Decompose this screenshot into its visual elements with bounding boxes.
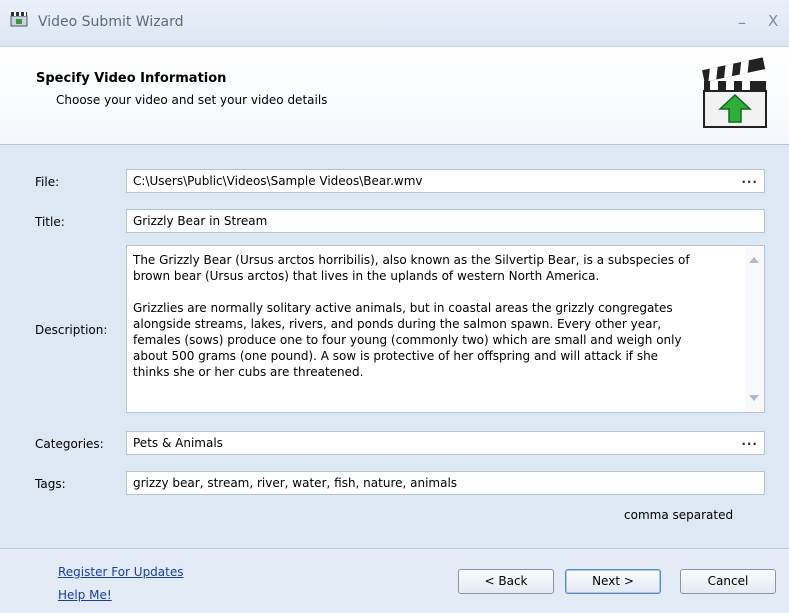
file-field[interactable]: C:\Users\Public\Videos\Sample Videos\Bea… bbox=[126, 169, 765, 193]
title-label: Title: bbox=[35, 215, 65, 229]
register-for-updates-link[interactable]: Register For Updates bbox=[58, 565, 184, 579]
file-label: File: bbox=[35, 175, 60, 189]
tags-label: Tags: bbox=[35, 477, 66, 491]
categories-browse-button[interactable]: ... bbox=[741, 434, 758, 448]
back-button[interactable]: < Back bbox=[458, 569, 554, 594]
minimize-button[interactable]: – bbox=[738, 13, 746, 32]
page-subtitle: Choose your video and set your video det… bbox=[56, 93, 328, 107]
file-browse-button[interactable]: ... bbox=[741, 172, 758, 186]
categories-label: Categories: bbox=[35, 437, 104, 451]
window-title: Video Submit Wizard bbox=[38, 14, 184, 30]
scroll-up-arrow-icon[interactable] bbox=[749, 257, 759, 263]
tags-input[interactable]: grizzy bear, stream, river, water, fish,… bbox=[126, 471, 765, 495]
title-bar[interactable]: Video Submit Wizard – X bbox=[0, 0, 789, 46]
film-clapper-icon bbox=[10, 12, 28, 27]
page-title: Specify Video Information bbox=[36, 71, 227, 86]
wizard-header: Specify Video Information Choose your vi… bbox=[0, 46, 789, 145]
video-upload-icon bbox=[702, 57, 767, 128]
description-label: Description: bbox=[35, 323, 108, 337]
cancel-button[interactable]: Cancel bbox=[680, 569, 776, 594]
help-me-link[interactable]: Help Me! bbox=[58, 588, 112, 602]
description-textarea[interactable]: The Grizzly Bear (Ursus arctos horribili… bbox=[126, 245, 765, 413]
file-path: C:\Users\Public\Videos\Sample Videos\Bea… bbox=[133, 174, 423, 188]
close-button[interactable]: X bbox=[768, 12, 778, 30]
description-scrollbar[interactable] bbox=[745, 247, 763, 411]
title-input[interactable]: Grizzly Bear in Stream bbox=[126, 209, 765, 233]
scroll-down-arrow-icon[interactable] bbox=[749, 395, 759, 401]
wizard-footer: Register For Updates Help Me! < Back Nex… bbox=[0, 548, 789, 613]
description-text: The Grizzly Bear (Ursus arctos horribili… bbox=[133, 253, 690, 379]
categories-field[interactable]: Pets & Animals ... bbox=[126, 431, 765, 455]
tags-hint: comma separated bbox=[624, 508, 734, 522]
categories-value: Pets & Animals bbox=[133, 436, 223, 450]
video-submit-wizard-window: Video Submit Wizard – X Specify Video In… bbox=[0, 0, 789, 613]
next-button[interactable]: Next > bbox=[565, 569, 661, 594]
